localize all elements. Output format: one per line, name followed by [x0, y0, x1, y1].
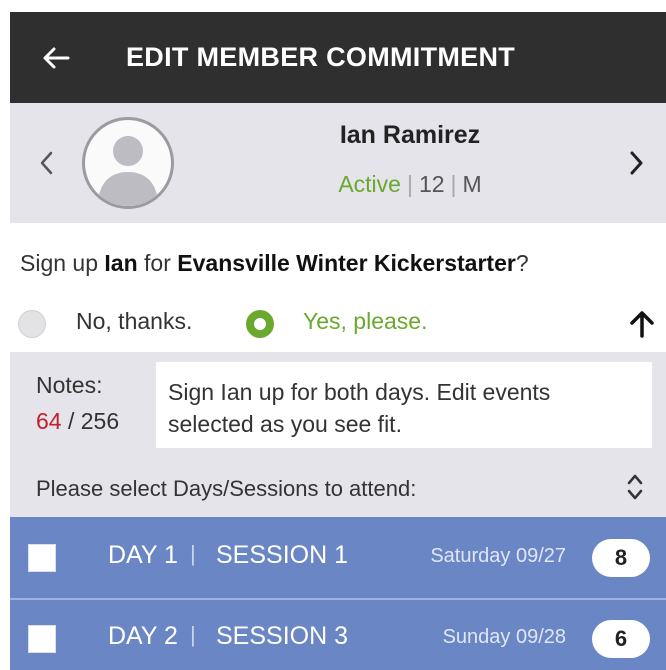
question-suffix: ? [515, 250, 529, 276]
notes-max-count: 256 [80, 408, 120, 434]
member-name: Ian Ramirez [339, 121, 481, 149]
back-arrow-icon[interactable] [40, 42, 72, 74]
chevron-right-icon[interactable] [624, 148, 648, 178]
session-checkbox[interactable] [28, 625, 56, 653]
session-name: SESSION 1 [216, 541, 348, 569]
member-card: Ian Ramirez Active | 12 | M [10, 103, 666, 223]
member-status: Active [338, 171, 401, 197]
session-checkbox[interactable] [28, 544, 56, 572]
chevron-left-icon[interactable] [35, 148, 59, 178]
question-member-name: Ian [104, 250, 138, 276]
no-thanks-label[interactable]: No, thanks. [76, 308, 192, 335]
session-name: SESSION 3 [216, 622, 348, 650]
session-date: Saturday 09/27 [430, 545, 566, 567]
no-thanks-radio[interactable] [18, 310, 46, 338]
session-day: DAY 1 [108, 541, 178, 569]
sessions-prompt: Please select Days/Sessions to attend: [36, 476, 417, 501]
member-age: 12 [418, 171, 445, 197]
session-day: DAY 2 [108, 622, 178, 650]
signup-question: Sign up Ian for Evansville Winter Kicker… [20, 250, 529, 277]
session-count-badge: 6 [592, 620, 650, 658]
member-gender: M [462, 171, 482, 197]
app-bar: EDIT MEMBER COMMITMENT [10, 12, 666, 103]
sort-icon[interactable] [624, 470, 646, 504]
notes-section: Notes: 64 / 256 Sign Ian up for both day… [10, 352, 666, 517]
status-strip [0, 0, 666, 12]
session-count-badge: 8 [592, 539, 650, 577]
question-event-name: Evansville Winter Kickerstarter [177, 250, 516, 276]
page-title: EDIT MEMBER COMMITMENT [126, 42, 516, 72]
notes-count-separator: / [61, 408, 81, 434]
arrow-up-icon[interactable] [626, 308, 658, 340]
session-separator: | [190, 622, 196, 647]
session-separator: | [190, 541, 196, 566]
notes-used-count: 64 [36, 408, 62, 434]
notes-label: Notes: [36, 372, 103, 398]
yes-please-radio[interactable] [246, 310, 274, 338]
avatar [82, 117, 174, 209]
meta-separator: | [406, 171, 413, 197]
session-row[interactable]: DAY 1 | SESSION 1 Saturday 09/27 8 [10, 517, 666, 598]
session-date: Sunday 09/28 [442, 626, 566, 648]
avatar-icon [98, 136, 158, 206]
session-row[interactable]: DAY 2 | SESSION 3 Sunday 09/28 6 [10, 600, 666, 670]
question-prefix: Sign up [20, 250, 105, 276]
meta-separator: | [450, 171, 457, 197]
notes-input[interactable]: Sign Ian up for both days. Edit events s… [156, 362, 652, 448]
question-middle: for [137, 250, 178, 276]
signup-options: No, thanks. Yes, please. [18, 300, 658, 350]
yes-please-label[interactable]: Yes, please. [303, 308, 427, 335]
member-meta: Active | 12 | M [270, 171, 550, 198]
notes-char-count: 64 / 256 [36, 408, 119, 435]
